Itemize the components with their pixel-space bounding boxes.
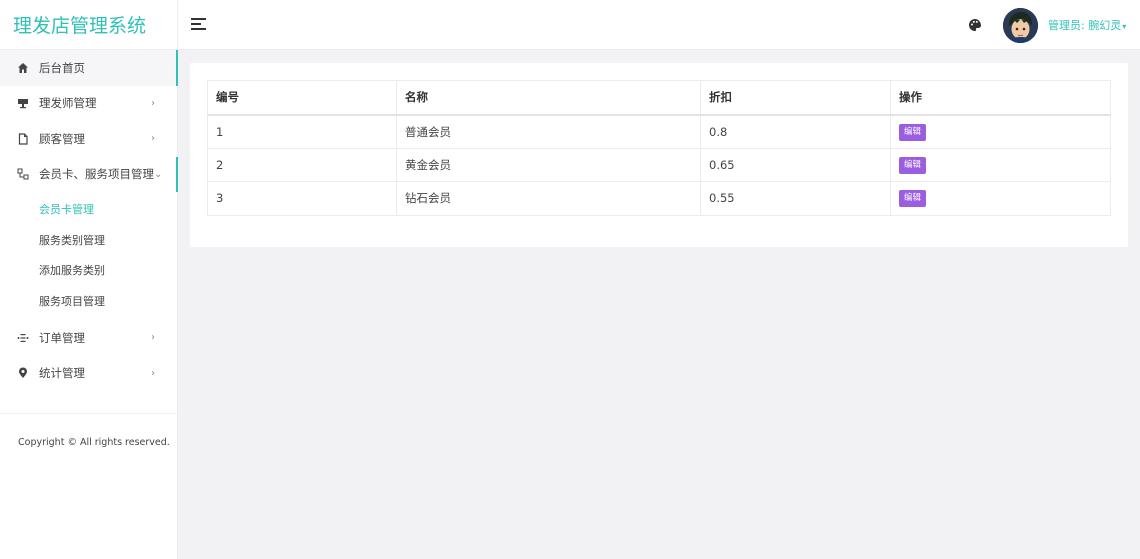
- edit-button[interactable]: 编辑: [899, 156, 927, 174]
- sidebar-divider: [0, 413, 177, 414]
- sidebar-item-label: 理发师管理: [39, 96, 97, 111]
- chevron-right-icon: ›: [151, 133, 155, 145]
- table-header-row: 编号 名称 折扣 操作: [207, 80, 1111, 116]
- sidebar-item-orders[interactable]: 订单管理 ›: [0, 320, 177, 356]
- cell-name: 黄金会员: [396, 147, 701, 182]
- submenu-item-card-management[interactable]: 会员卡管理: [0, 194, 177, 225]
- membership-submenu: 会员卡管理 服务类别管理 添加服务类别 服务项目管理: [0, 192, 177, 320]
- sidebar-item-home[interactable]: 后台首页: [0, 50, 178, 86]
- edit-button[interactable]: 编辑: [899, 190, 927, 208]
- column-header-id: 编号: [207, 80, 397, 116]
- submenu-item-add-service-category[interactable]: 添加服务类别: [0, 255, 177, 286]
- edit-button[interactable]: 编辑: [899, 123, 927, 141]
- palette-icon[interactable]: [968, 18, 982, 32]
- sidebar-item-label: 订单管理: [39, 330, 85, 345]
- submenu-item-service-category[interactable]: 服务类别管理: [0, 225, 177, 256]
- submenu-item-service-items[interactable]: 服务项目管理: [0, 286, 177, 317]
- column-header-name: 名称: [396, 80, 701, 116]
- sidebar: 理发店管理系统 后台首页 理发师管理 › 顾客管理 › 会员卡、服务项目管理 ⌄…: [0, 0, 178, 559]
- app-title: 理发店管理系统: [0, 0, 177, 50]
- sidebar-item-membership[interactable]: 会员卡、服务项目管理 ⌄: [0, 156, 178, 193]
- cell-discount: 0.8: [700, 114, 891, 149]
- admin-label: 管理员: 腕幻灵: [1048, 19, 1122, 32]
- sidebar-item-statistics[interactable]: 统计管理 ›: [0, 356, 177, 392]
- admin-user-menu[interactable]: 管理员: 腕幻灵▾: [1048, 17, 1126, 33]
- cell-actions: 编辑: [890, 181, 1111, 216]
- copyright-text: Copyright © All rights reserved.: [18, 437, 170, 448]
- sidebar-item-customers[interactable]: 顾客管理 ›: [0, 121, 177, 157]
- cell-discount: 0.55: [700, 181, 891, 216]
- cell-actions: 编辑: [890, 147, 1111, 182]
- chevron-down-icon: ⌄: [154, 168, 163, 180]
- table-row: 1 普通会员 0.8 编辑: [207, 114, 1111, 149]
- column-header-actions: 操作: [890, 80, 1111, 116]
- sidebar-item-label: 统计管理: [39, 366, 85, 381]
- cell-discount: 0.65: [700, 147, 891, 182]
- home-icon: [17, 62, 29, 74]
- table-row: 3 钻石会员 0.55 编辑: [207, 181, 1111, 216]
- cell-actions: 编辑: [890, 114, 1111, 149]
- cell-id: 1: [207, 114, 397, 149]
- cell-id: 3: [207, 181, 397, 216]
- column-header-discount: 折扣: [700, 80, 891, 116]
- chevron-right-icon: ›: [151, 367, 155, 379]
- sidebar-item-label: 后台首页: [39, 60, 85, 75]
- orders-icon: [17, 332, 29, 344]
- menu-toggle-icon[interactable]: [191, 18, 206, 31]
- chevron-right-icon: ›: [151, 97, 155, 109]
- barber-icon: [17, 97, 29, 109]
- caret-down-icon: ▾: [1122, 22, 1127, 31]
- sidebar-nav: 后台首页 理发师管理 › 顾客管理 › 会员卡、服务项目管理 ⌄: [0, 50, 178, 193]
- hierarchy-icon: [17, 168, 29, 180]
- sidebar-item-barbers[interactable]: 理发师管理 ›: [0, 86, 177, 122]
- file-icon: [17, 133, 29, 145]
- sidebar-item-label: 会员卡、服务项目管理: [39, 167, 154, 182]
- cell-name: 普通会员: [396, 114, 701, 149]
- table-row: 2 黄金会员 0.65 编辑: [207, 147, 1111, 182]
- cell-id: 2: [207, 147, 397, 182]
- sidebar-nav-lower: 订单管理 › 统计管理 ›: [0, 320, 177, 391]
- location-pin-icon: [17, 367, 29, 379]
- content-panel: 编号 名称 折扣 操作 1 普通会员 0.8 编辑 2 黄金会员 0.65 编辑…: [190, 63, 1128, 247]
- top-header: 管理员: 腕幻灵▾: [178, 0, 1140, 50]
- cell-name: 钻石会员: [396, 181, 701, 216]
- sidebar-item-label: 顾客管理: [39, 131, 85, 146]
- chevron-right-icon: ›: [151, 332, 155, 344]
- membership-card-table: 编号 名称 折扣 操作 1 普通会员 0.8 编辑 2 黄金会员 0.65 编辑…: [207, 80, 1111, 216]
- avatar[interactable]: [1003, 8, 1038, 43]
